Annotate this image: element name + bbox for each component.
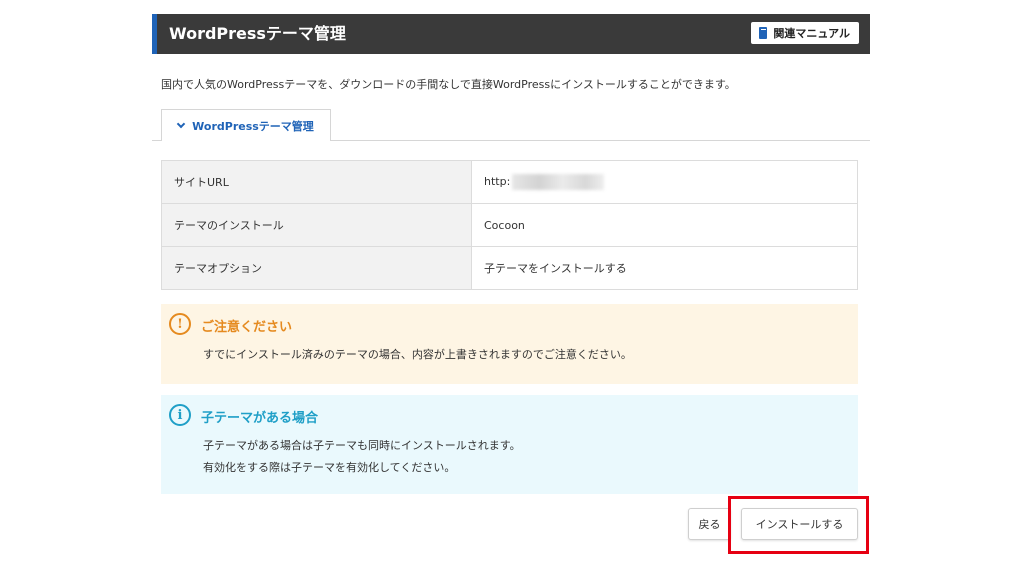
row-label-theme-option: テーマオプション xyxy=(161,246,472,290)
theme-option-value: 子テーマをインストールする xyxy=(471,246,858,290)
info-notice: i 子テーマがある場合 子テーマがある場合は子テーマも同時にインストールされます… xyxy=(161,395,858,494)
site-url-value: http: xyxy=(471,160,858,204)
row-label-site-url: サイトURL xyxy=(161,160,472,204)
info-title: 子テーマがある場合 xyxy=(201,411,319,426)
install-button[interactable]: インストールする xyxy=(741,508,858,540)
panel-header: WordPressテーマ管理 関連マニュアル xyxy=(152,14,870,54)
wordpress-theme-panel: WordPressテーマ管理 関連マニュアル 国内で人気のWordPressテー… xyxy=(152,14,870,554)
tab-label: WordPressテーマ管理 xyxy=(192,119,314,133)
exclamation-icon: ! xyxy=(169,313,191,335)
settings-table: サイトURL http: テーマのインストール Cocoon テーマオプション … xyxy=(161,160,858,290)
warning-title: ご注意ください xyxy=(201,320,293,335)
page-title: WordPressテーマ管理 xyxy=(169,24,346,43)
redacted-url xyxy=(512,174,605,190)
info-icon: i xyxy=(169,404,191,426)
book-icon xyxy=(759,27,768,39)
warning-notice: ! ご注意ください すでにインストール済みのテーマの場合、内容が上書きされますの… xyxy=(161,304,858,384)
warning-text: すでにインストール済みのテーマの場合、内容が上書きされますのでご注意ください。 xyxy=(203,348,632,361)
chevron-down-icon xyxy=(176,119,186,128)
table-row: テーマオプション 子テーマをインストールする xyxy=(161,246,858,290)
info-text-line1: 子テーマがある場合は子テーマも同時にインストールされます。 xyxy=(203,439,521,452)
related-manual-button[interactable]: 関連マニュアル xyxy=(751,22,859,44)
related-manual-label: 関連マニュアル xyxy=(773,27,850,40)
back-button[interactable]: 戻る xyxy=(688,508,731,540)
table-row: サイトURL http: xyxy=(161,160,858,204)
table-row: テーマのインストール Cocoon xyxy=(161,203,858,247)
row-label-theme-install: テーマのインストール xyxy=(161,203,472,247)
theme-install-value: Cocoon xyxy=(471,203,858,247)
info-text-line2: 有効化をする際は子テーマを有効化してください。 xyxy=(203,461,456,474)
tab-wordpress-theme[interactable]: WordPressテーマ管理 xyxy=(161,109,331,141)
intro-text: 国内で人気のWordPressテーマを、ダウンロードの手間なしで直接WordPr… xyxy=(161,78,736,91)
site-url-prefix: http: xyxy=(484,175,511,188)
